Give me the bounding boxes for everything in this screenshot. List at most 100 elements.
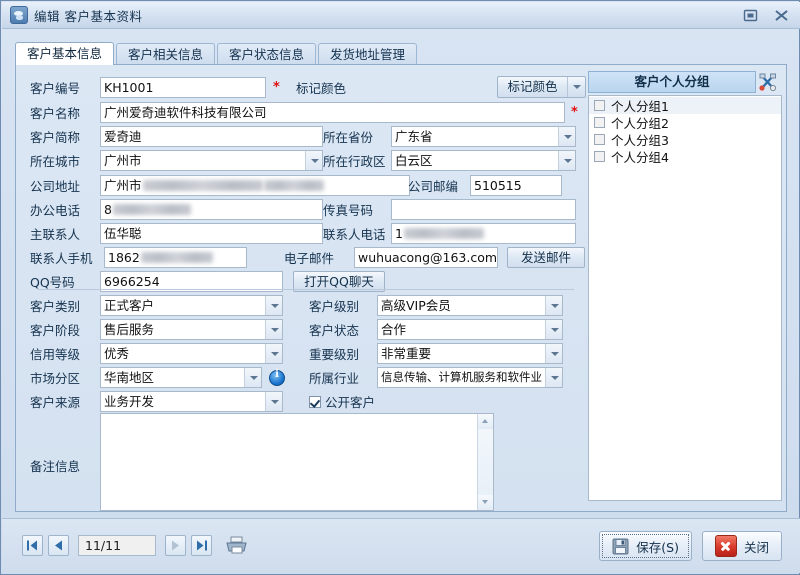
province-combo[interactable]: 广东省 (391, 126, 576, 147)
district-value: 白云区 (395, 153, 433, 168)
minimize-button[interactable] (711, 8, 728, 23)
record-navigator: 11/11 (22, 534, 250, 556)
remark-textarea[interactable] (100, 413, 494, 511)
maximize-button[interactable] (742, 8, 759, 23)
chevron-down-icon[interactable] (545, 320, 562, 339)
scroll-up-icon[interactable] (478, 414, 493, 429)
list-item[interactable]: 个人分组2 (589, 114, 781, 131)
scroll-down-icon[interactable] (478, 495, 493, 510)
tab-basic-info[interactable]: 客户基本信息 (15, 42, 115, 65)
tab-strip: 客户基本信息 客户相关信息 客户状态信息 发货地址管理 (15, 42, 787, 65)
short-name-label: 客户简称 (30, 130, 81, 145)
remark-text[interactable] (101, 414, 477, 510)
tab-status-info[interactable]: 客户状态信息 (217, 43, 317, 65)
email-label: 电子邮件 (284, 251, 335, 266)
remark-scrollbar[interactable] (477, 414, 493, 510)
contact-phone-label: 联系人电话 (323, 227, 386, 242)
red-cross-icon (714, 535, 737, 557)
tools-icon[interactable] (756, 71, 782, 93)
window-controls (711, 8, 790, 23)
industry-combo[interactable]: 信息传输、计算机服务和软件业 (377, 367, 563, 388)
stage-combo[interactable]: 售后服务 (100, 319, 283, 340)
industry-label: 所属行业 (309, 371, 360, 386)
status-combo[interactable]: 合作 (377, 319, 563, 340)
window-title: 编辑 客户基本资料 (34, 8, 143, 24)
contact-mobile-input[interactable]: 1862 (104, 247, 247, 268)
email-input[interactable]: wuhuacong@163.com (354, 247, 498, 268)
page-indicator[interactable]: 11/11 (78, 534, 156, 556)
chevron-down-icon[interactable] (265, 296, 282, 315)
main-contact-label: 主联系人 (30, 227, 81, 242)
importance-combo[interactable]: 非常重要 (377, 343, 563, 364)
group-checkbox[interactable] (594, 151, 605, 162)
chevron-down-icon[interactable] (265, 344, 282, 363)
contact-mobile-redacted (140, 252, 213, 263)
address-redacted (142, 180, 263, 191)
market-area-value: 华南地区 (104, 370, 155, 385)
list-item[interactable]: 个人分组1 (589, 97, 781, 114)
importance-label: 重要级别 (309, 347, 360, 362)
chevron-down-icon[interactable] (567, 77, 585, 97)
credit-value: 优秀 (104, 346, 130, 361)
chevron-down-icon[interactable] (545, 368, 562, 387)
short-name-input[interactable]: 爱奇迪 (100, 126, 323, 147)
level-combo[interactable]: 高级VIP会员 (377, 295, 563, 316)
category-combo[interactable]: 正式客户 (100, 295, 283, 316)
close-dialog-button[interactable]: 关闭 (701, 531, 782, 561)
address-input[interactable]: 广州市 (100, 175, 410, 196)
district-combo[interactable]: 白云区 (391, 150, 576, 171)
prev-page-icon[interactable] (48, 534, 69, 556)
tab-shipping-address[interactable]: 发货地址管理 (318, 43, 418, 65)
credit-combo[interactable]: 优秀 (100, 343, 283, 364)
save-button[interactable]: 保存(S) (599, 531, 692, 561)
group-list[interactable]: 个人分组1 个人分组2 个人分组3 个人分组4 (588, 95, 782, 501)
public-customer-label: 公开客户 (325, 395, 376, 410)
chevron-down-icon[interactable] (305, 151, 322, 170)
close-button[interactable] (773, 8, 790, 23)
mark-color-button-label: 标记颜色 (507, 79, 558, 94)
first-page-icon[interactable] (22, 534, 43, 556)
district-label: 所在行政区 (323, 154, 386, 169)
chevron-down-icon[interactable] (244, 368, 261, 387)
source-combo[interactable]: 业务开发 (100, 391, 283, 412)
office-phone-redacted (112, 204, 191, 215)
send-mail-button[interactable]: 发送邮件 (507, 247, 585, 268)
chevron-down-icon[interactable] (545, 344, 562, 363)
chevron-down-icon[interactable] (265, 392, 282, 411)
printer-icon[interactable] (224, 534, 250, 556)
list-item[interactable]: 个人分组3 (589, 131, 781, 148)
info-icon[interactable] (269, 369, 285, 386)
public-customer-checkbox[interactable] (309, 395, 321, 408)
category-value: 正式客户 (104, 298, 155, 313)
save-button-label: 保存(S) (636, 539, 679, 555)
list-item[interactable]: 个人分组4 (589, 148, 781, 165)
dialog-actions: 保存(S) 关闭 (599, 531, 782, 561)
group-checkbox[interactable] (594, 134, 605, 145)
chevron-down-icon[interactable] (558, 127, 575, 146)
mark-color-label: 标记颜色 (296, 81, 347, 96)
last-page-icon[interactable] (191, 534, 212, 556)
city-combo[interactable]: 广州市 (100, 150, 323, 171)
postcode-input[interactable]: 510515 (470, 175, 562, 196)
customer-name-input[interactable]: 广州爱奇迪软件科技有限公司 (100, 102, 565, 123)
group-checkbox[interactable] (594, 117, 605, 128)
city-label: 所在城市 (30, 154, 81, 169)
chevron-down-icon[interactable] (558, 151, 575, 170)
fax-input[interactable] (391, 199, 576, 220)
group-panel-title: 客户个人分组 (588, 71, 756, 93)
mark-color-split-button[interactable]: 标记颜色 (497, 76, 586, 98)
credit-label: 信用等级 (30, 347, 81, 362)
industry-value: 信息传输、计算机服务和软件业 (381, 370, 542, 384)
office-phone-input[interactable]: 8 (100, 199, 323, 220)
address-label: 公司地址 (30, 179, 81, 194)
section-divider (38, 289, 574, 290)
chevron-down-icon[interactable] (545, 296, 562, 315)
contact-phone-input[interactable]: 1 (391, 223, 576, 244)
market-area-combo[interactable]: 华南地区 (100, 367, 262, 388)
chevron-down-icon[interactable] (265, 320, 282, 339)
edit-customer-window: 编辑 客户基本资料 客户基本信息 客户相关信息 客户状态信息 发货地址管理 客户… (0, 0, 800, 575)
group-checkbox[interactable] (594, 100, 605, 111)
customer-no-input[interactable]: KH1001 (100, 77, 266, 98)
tab-related-info[interactable]: 客户相关信息 (116, 43, 216, 65)
main-contact-input[interactable]: 伍华聪 (100, 223, 323, 244)
